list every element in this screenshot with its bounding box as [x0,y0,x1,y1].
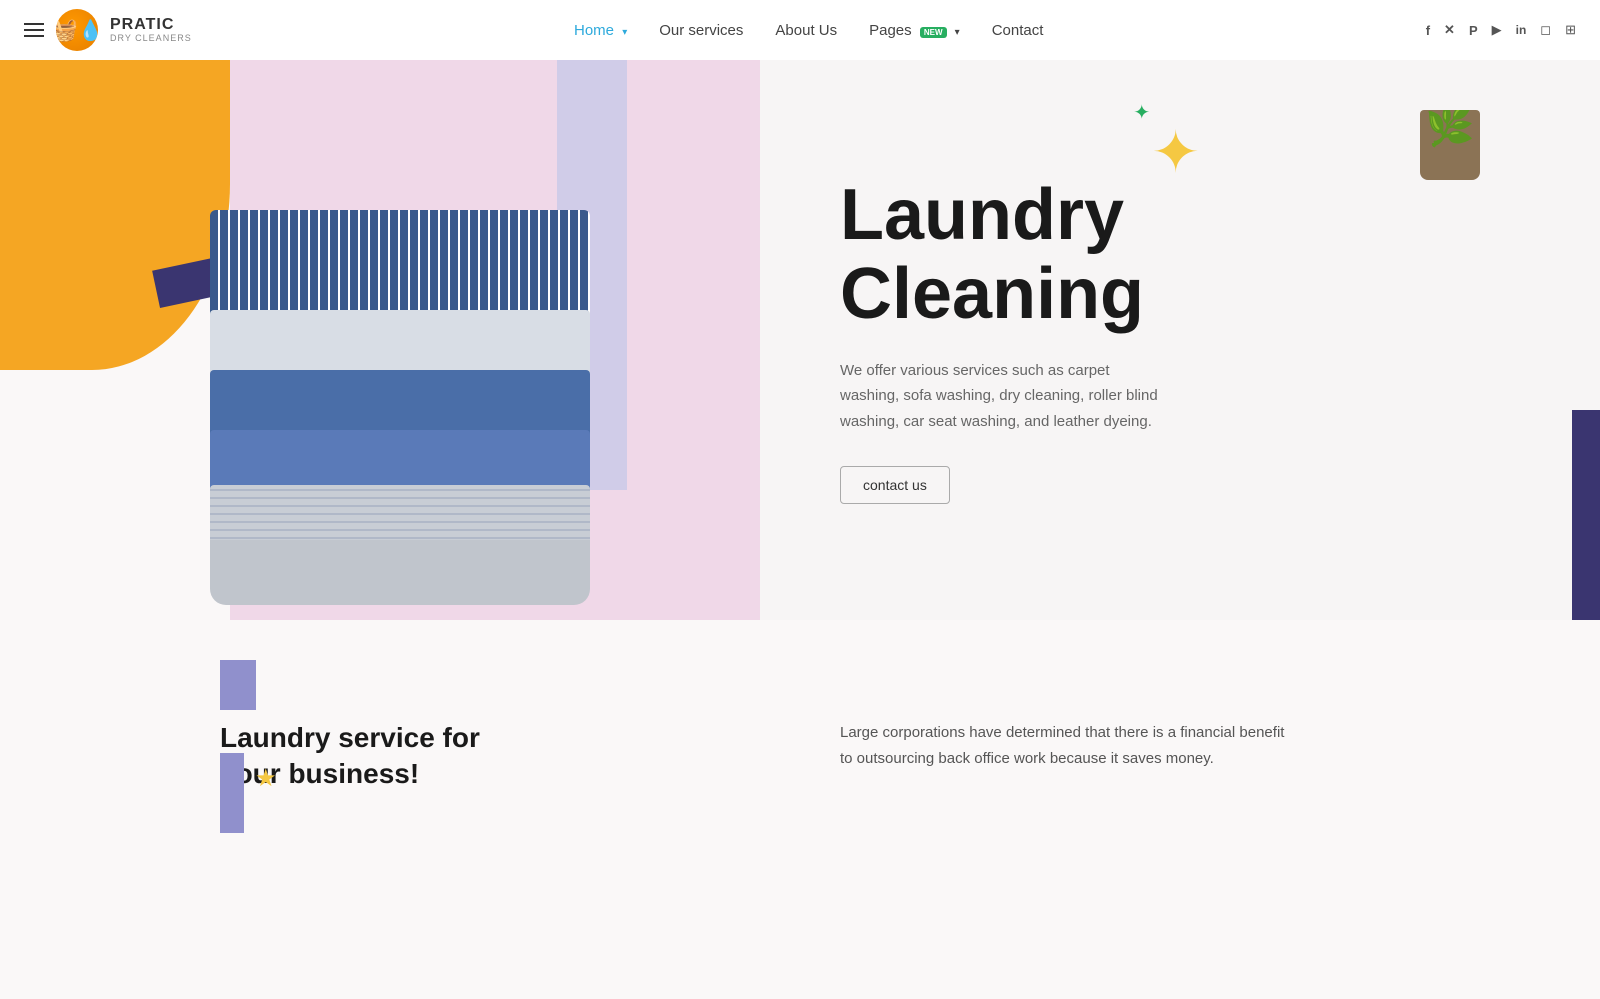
hero-left [0,60,760,620]
brand-name: PRATIC [110,16,192,34]
home-dropdown-arrow: ▾ [622,27,627,38]
lower-description: Large corporations have determined that … [840,720,1300,771]
pages-dropdown-arrow: ▾ [955,27,960,38]
navbar-left: 🧺 PRATIC Dry Cleaners [24,9,192,51]
shirt-layer-1 [210,210,590,325]
nav-pages[interactable]: Pages NEW ▾ [869,22,960,39]
pages-new-badge: NEW [920,27,947,38]
hamburger-menu[interactable] [24,23,44,37]
lower-section-title: Laundry service for your business! [220,720,760,793]
facebook-icon[interactable]: f [1426,23,1430,38]
navbar: 🧺 PRATIC Dry Cleaners Home ▾ Our service… [0,0,1600,60]
shirt-visual [210,210,590,620]
hero-title: Laundry Cleaning [840,176,1540,334]
logo-icon: 🧺 [56,9,98,51]
small-purple-rect [220,660,256,710]
instagram-icon[interactable]: ◻ [1540,22,1551,38]
nav-contact[interactable]: Contact [992,22,1044,39]
plant-decoration: 🌿 [1420,110,1480,180]
pinterest-icon[interactable]: P [1469,23,1478,38]
lower-title-line2: your business! [220,758,419,789]
hero-title-line1: Laundry [840,175,1124,255]
linkedin-icon[interactable]: in [1516,23,1527,37]
sparkle-gold-icon: ✦ [1151,118,1200,186]
shirt-stack-image [180,140,620,620]
bottom-gold-star: ★ [255,764,277,793]
lower-left: Laundry service for your business! ★ [0,660,760,793]
nav-home[interactable]: Home ▾ [574,22,627,39]
lower-purple-bar [220,753,244,833]
sparkle-decoration: ✦ ✦ [1143,110,1200,186]
youtube-icon[interactable]: ▶ [1492,22,1502,38]
hero-section: ✦ ✦ 🌿 Laundry Cleaning We offer various … [0,60,1600,620]
nav-services[interactable]: Our services [659,22,743,39]
extra-icon[interactable]: ⊞ [1565,22,1576,38]
contact-us-button[interactable]: contact us [840,466,950,504]
twitter-icon[interactable]: ✕ [1444,22,1455,38]
navbar-menu: Home ▾ Our services About Us Pages NEW ▾… [574,22,1043,39]
hero-right: ✦ ✦ 🌿 Laundry Cleaning We offer various … [760,60,1600,620]
nav-about[interactable]: About Us [775,22,837,39]
right-dark-bar [1572,410,1600,620]
lower-section: Laundry service for your business! ★ Lar… [0,620,1600,870]
hero-description: We offer various services such as carpet… [840,358,1160,435]
lower-right: Large corporations have determined that … [760,660,1600,791]
logo-text: PRATIC Dry Cleaners [110,16,192,43]
social-icons-group: f ✕ P ▶ in ◻ ⊞ [1426,22,1576,38]
brand-subtitle: Dry Cleaners [110,34,192,44]
sparkle-green-icon: ✦ [1133,100,1150,125]
shirt-layer-6 [210,540,590,605]
hero-title-line2: Cleaning [840,254,1144,334]
lower-title-line1: Laundry service for [220,722,480,753]
